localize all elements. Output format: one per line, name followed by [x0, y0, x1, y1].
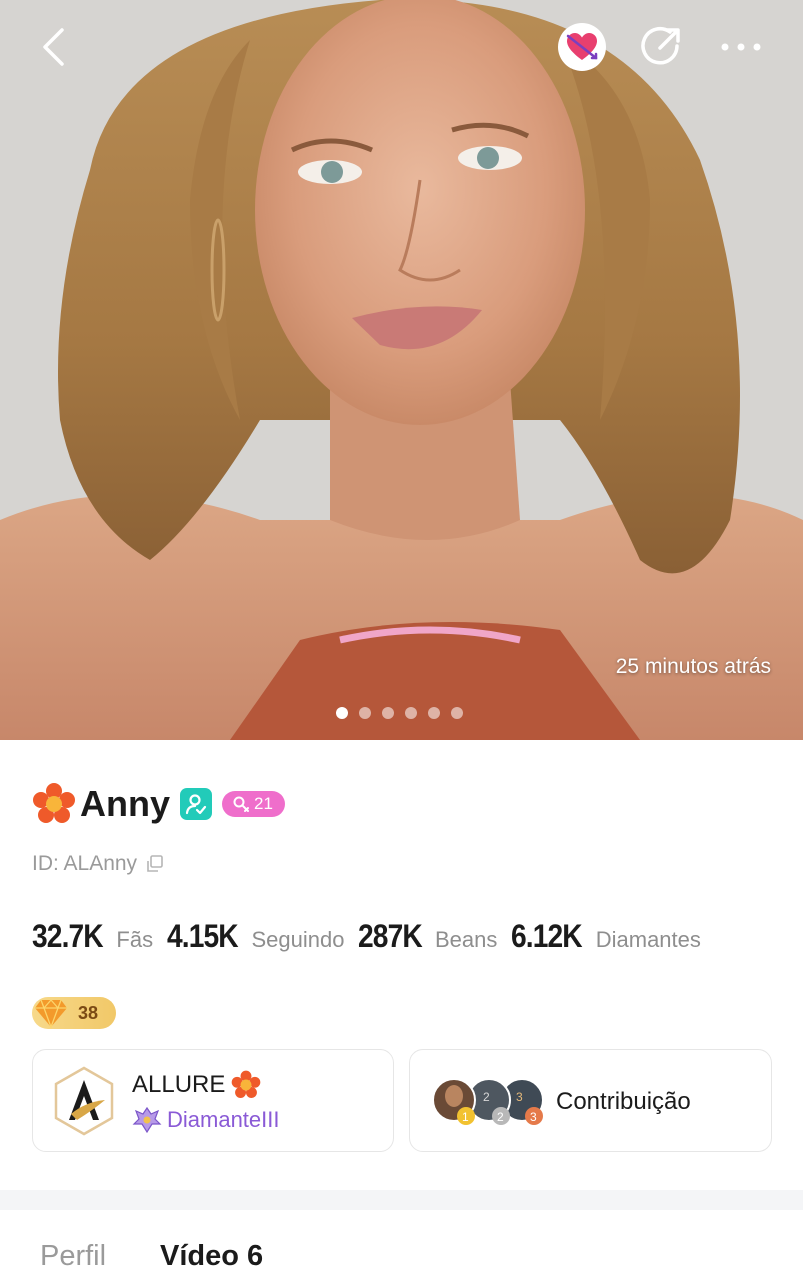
stat-label: Seguindo	[251, 927, 345, 952]
contribution-card[interactable]: 3 3 2 2 1 Contribuição	[409, 1049, 772, 1152]
carousel-dot[interactable]	[359, 707, 371, 719]
back-button[interactable]	[28, 22, 78, 72]
diamond-level-badge[interactable]: 38	[32, 997, 116, 1029]
profile-info: Anny 21 ID: ALAnny 32.7K Fãs 4.15K Segui…	[0, 740, 803, 1190]
contribution-label: Contribuição	[556, 1088, 691, 1115]
stat-beans[interactable]: 287K Beans	[358, 918, 511, 955]
section-divider	[0, 1190, 803, 1210]
photo-timestamp: 25 minutos atrás	[615, 655, 771, 678]
carousel-indicator	[336, 707, 463, 719]
flower-badge-icon	[33, 783, 75, 823]
more-dots-icon	[721, 43, 761, 51]
family-card[interactable]: ALLURE DiamanteIII	[32, 1049, 394, 1152]
carousel-dot[interactable]	[428, 707, 440, 719]
family-rank: DiamanteIII	[167, 1107, 280, 1132]
level-value: 21	[254, 794, 273, 813]
gender-female-icon	[233, 796, 249, 812]
more-button[interactable]	[716, 22, 766, 72]
rank-crest-icon	[132, 1106, 162, 1134]
chevron-left-icon	[43, 28, 64, 66]
svg-text:2: 2	[497, 1110, 504, 1124]
heart-arrow-icon	[566, 33, 598, 60]
family-rank-row: DiamanteIII	[132, 1106, 280, 1134]
stat-following[interactable]: 4.15K Seguindo	[167, 918, 358, 955]
stat-fans[interactable]: 32.7K Fãs	[32, 918, 167, 955]
svg-text:1: 1	[462, 1110, 469, 1124]
user-id-row: ID: ALAnny	[32, 852, 165, 876]
family-name-row: ALLURE	[132, 1070, 261, 1100]
like-button[interactable]	[557, 22, 607, 72]
user-name: Anny	[80, 783, 170, 824]
carousel-dot[interactable]	[451, 707, 463, 719]
carousel-dot[interactable]	[382, 707, 394, 719]
stat-label: Beans	[434, 927, 498, 952]
diamond-level-value: 38	[78, 1002, 99, 1023]
stat-value: 4.15K	[167, 918, 239, 954]
svg-text:2: 2	[483, 1090, 490, 1104]
share-icon	[641, 27, 680, 65]
stat-label: Fãs	[116, 927, 154, 952]
name-row: Anny 21	[32, 782, 285, 826]
carousel-dot[interactable]	[405, 707, 417, 719]
svg-text:3: 3	[516, 1090, 523, 1104]
profile-tabs: Perfil Vídeo 6	[0, 1210, 803, 1280]
diamond-icon	[35, 999, 67, 1028]
family-logo	[54, 1066, 114, 1136]
stat-diamonds[interactable]: 6.12K Diamantes	[511, 918, 715, 955]
stat-value: 32.7K	[32, 918, 104, 954]
profile-photo	[0, 0, 803, 740]
flower-badge-icon	[232, 1070, 261, 1098]
user-id: ID: ALAnny	[32, 852, 138, 875]
top-contributors: 3 3 2 2 1	[432, 1078, 544, 1125]
share-button[interactable]	[636, 22, 686, 72]
family-name: ALLURE	[132, 1071, 226, 1098]
user-verified-icon	[185, 794, 207, 815]
verified-badge[interactable]	[180, 788, 212, 820]
stats-row: 32.7K Fãs 4.15K Seguindo 287K Beans 6.12…	[32, 918, 715, 955]
stat-label: Diamantes	[595, 927, 701, 952]
svg-text:3: 3	[530, 1110, 537, 1124]
stat-value: 6.12K	[511, 918, 583, 954]
tab-perfil[interactable]: Perfil	[40, 1240, 106, 1273]
level-badge[interactable]: 21	[222, 791, 285, 817]
profile-photo-carousel[interactable]: 25 minutos atrás	[0, 0, 803, 740]
carousel-dot[interactable]	[336, 707, 348, 719]
copy-icon[interactable]	[145, 854, 165, 874]
stat-value: 287K	[358, 918, 423, 954]
tab-video[interactable]: Vídeo 6	[160, 1240, 263, 1273]
